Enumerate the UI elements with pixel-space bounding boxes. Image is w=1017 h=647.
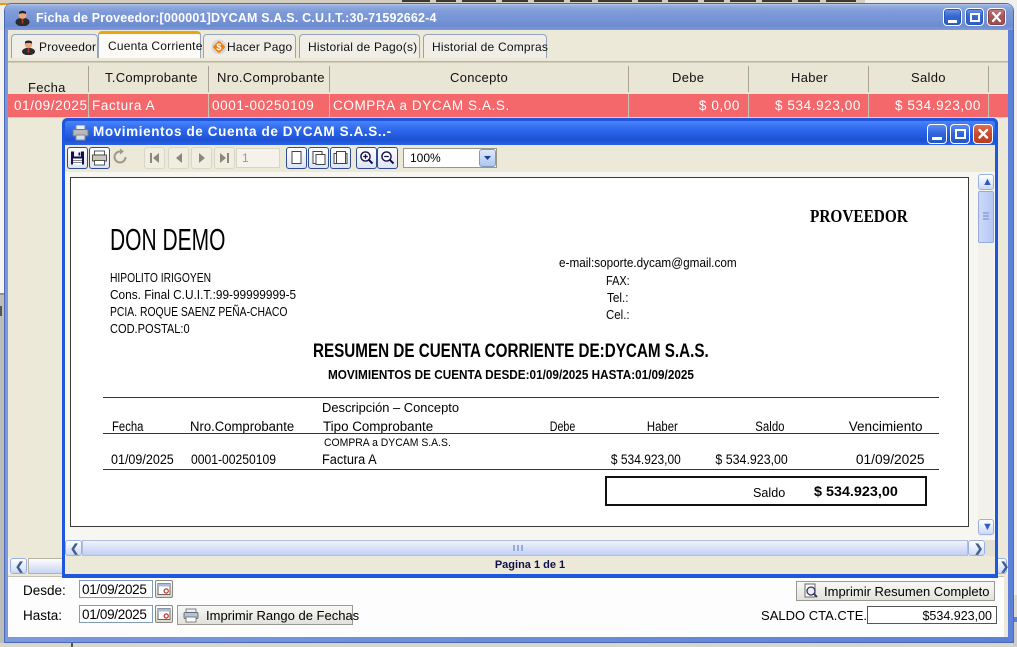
svg-text:$: $ xyxy=(216,42,221,52)
